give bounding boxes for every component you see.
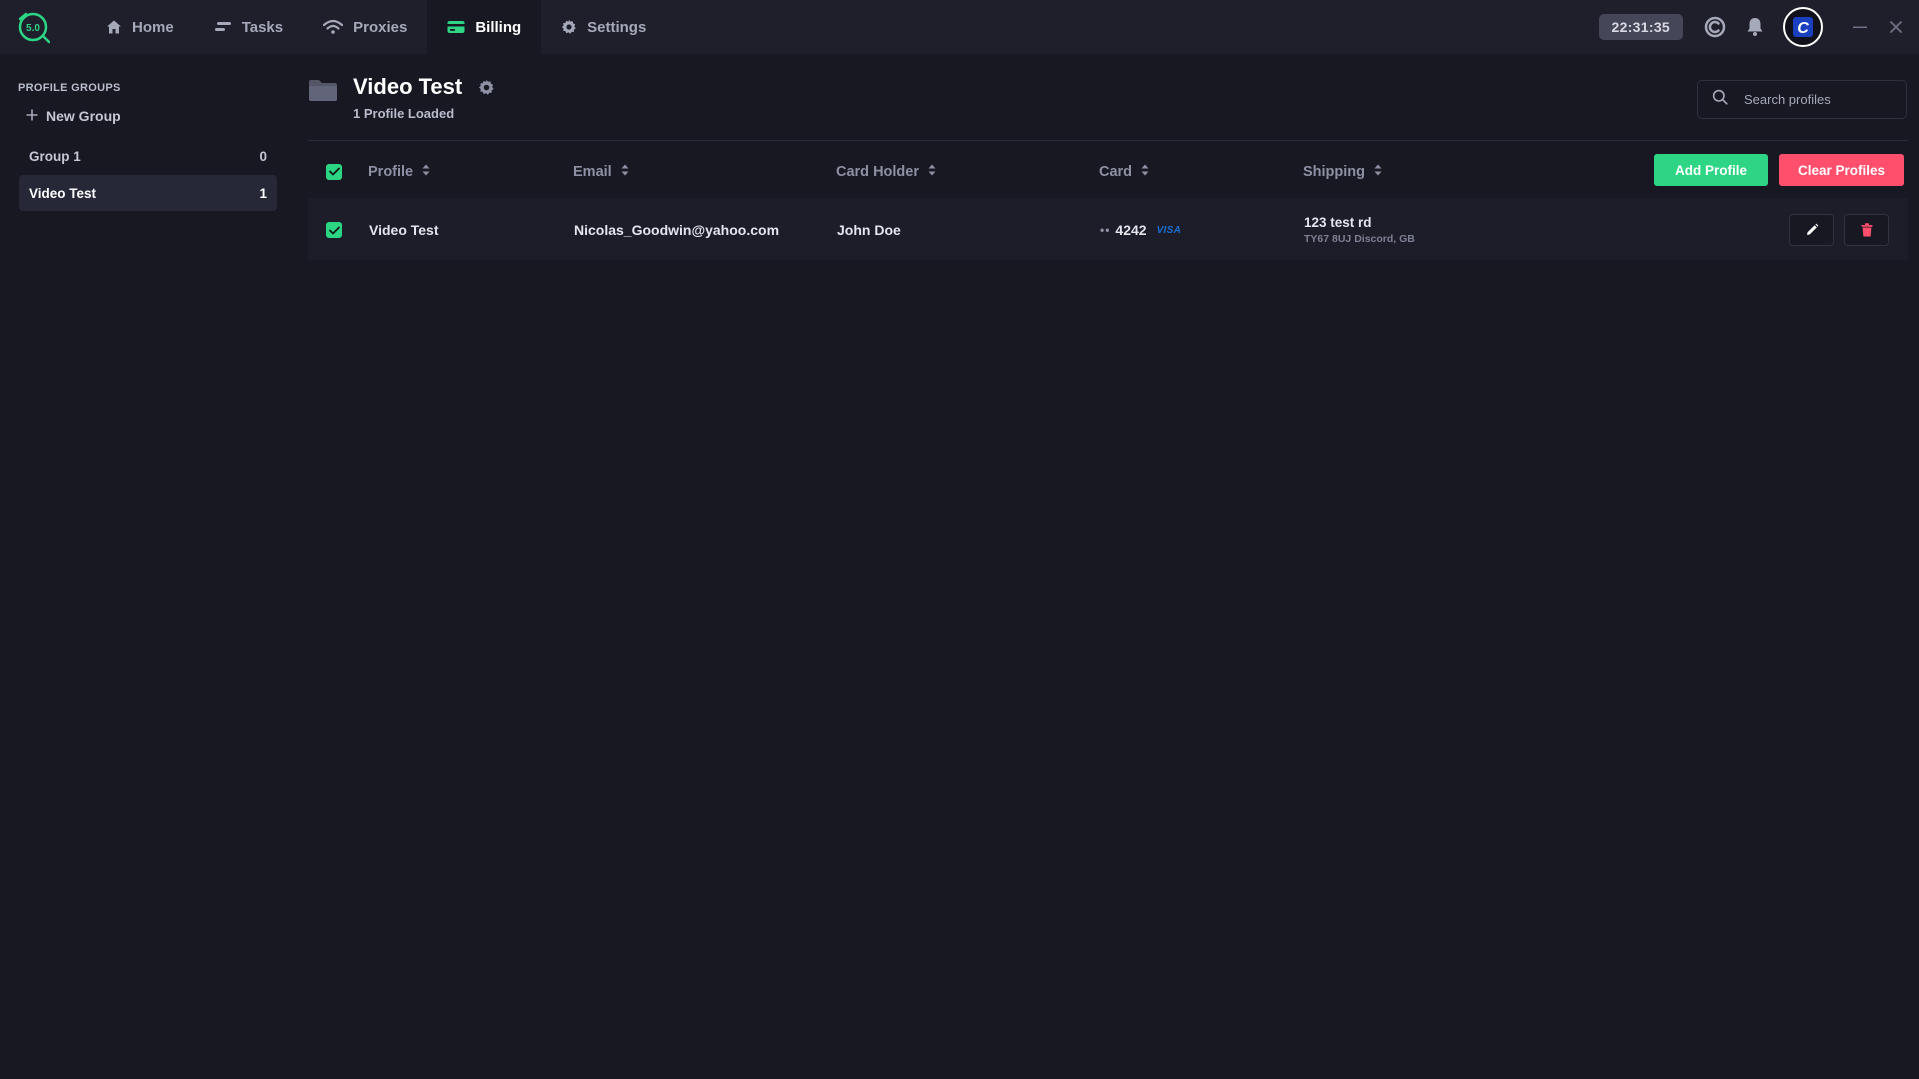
nav-tasks[interactable]: Tasks [194,0,303,54]
card-last4: 4242 [1115,222,1147,238]
edit-profile-button[interactable] [1789,214,1834,246]
column-card-holder-label: Card Holder [836,163,919,180]
shipping-cell: 123 test rd TY67 8UJ Discord, GB [1304,199,1415,261]
add-profile-button[interactable]: Add Profile [1654,154,1768,186]
plus-icon [26,108,38,124]
table-row[interactable]: Video Test Nicolas_Goodwin@yahoo.com Joh… [308,198,1908,260]
card-cell: •• 4242 VISA [1100,199,1181,261]
card-masked-dots: •• [1100,223,1111,237]
close-icon [1890,21,1902,33]
profile-name-cell: Video Test [369,222,439,238]
avatar-logo-icon: C [1793,17,1813,37]
group-settings-gear-icon[interactable] [478,79,495,101]
check-icon [328,226,340,234]
column-profile[interactable]: Profile [368,145,430,198]
logo-icon: 5.0 [18,12,50,44]
column-email[interactable]: Email [573,145,629,198]
search-input[interactable] [1744,92,1894,107]
group-count: 0 [259,148,267,164]
group-count: 1 [259,185,267,201]
sort-icon [928,164,936,180]
avatar-letter: C [1797,20,1809,37]
new-group-label: New Group [46,108,121,124]
page-title: Video Test [353,74,463,99]
select-all-checkbox-cell [326,145,342,198]
folder-icon [308,78,338,107]
header-divider [308,140,1908,141]
group-header: Video Test 1 Profile Loaded [308,70,1908,130]
bell-icon[interactable] [1743,15,1767,39]
visa-brand-icon: VISA [1156,224,1182,236]
nav-proxies[interactable]: Proxies [303,0,427,54]
close-button[interactable] [1881,12,1911,42]
clock-display: 22:31:35 [1598,14,1683,40]
nav-home-label: Home [132,18,174,36]
app-logo[interactable]: 5.0 [0,0,86,54]
select-all-checkbox[interactable] [326,163,342,180]
minimize-icon [1853,26,1867,28]
logo-text: 5.0 [26,23,40,34]
search-icon [1712,89,1728,110]
search-box[interactable] [1697,80,1907,119]
check-icon [328,167,340,176]
top-bar: 5.0 Home Tasks Proxies Billing Settings … [0,0,1919,54]
column-email-label: Email [573,163,612,180]
home-icon [106,19,122,35]
sidebar-group-item[interactable]: Group 1 0 [19,138,277,174]
nav-proxies-label: Proxies [353,18,408,36]
sort-icon [1374,164,1382,180]
nav-home[interactable]: Home [86,0,194,54]
nav-tasks-label: Tasks [241,18,284,36]
row-select-checkbox[interactable] [326,222,342,238]
nav-settings[interactable]: Settings [541,0,666,54]
profiles-loaded-count: 1 Profile Loaded [353,106,455,121]
topbar-right: 22:31:35 C [1598,0,1919,54]
clear-profiles-button[interactable]: Clear Profiles [1779,154,1904,186]
main-nav: Home Tasks Proxies Billing Settings [86,0,666,54]
column-shipping-label: Shipping [1303,163,1366,180]
nav-billing[interactable]: Billing [427,0,542,54]
billing-card-icon [447,20,465,34]
sidebar-title: PROFILE GROUPS [18,82,121,94]
profile-groups-sidebar: PROFILE GROUPS New Group Group 1 0 Video… [0,54,290,1079]
column-shipping[interactable]: Shipping [1303,145,1382,198]
delete-profile-button[interactable] [1844,214,1889,246]
sort-icon [1141,164,1149,180]
copyright-circle-icon[interactable] [1703,15,1727,39]
nav-settings-label: Settings [587,18,647,36]
nav-billing-label: Billing [475,18,522,36]
table-header: Profile Email Card Holder Card Shipping … [308,145,1908,198]
trash-icon [1861,223,1872,237]
sort-icon [422,164,430,180]
group-name: Group 1 [29,148,81,164]
gear-icon [561,19,577,35]
user-avatar[interactable]: C [1783,7,1823,47]
sidebar-group-item[interactable]: Video Test 1 [19,175,277,211]
tasks-icon [214,20,232,34]
sort-icon [621,164,629,180]
group-name: Video Test [29,185,97,201]
pencil-icon [1806,223,1818,235]
row-checkbox-cell [326,199,342,261]
minimize-button[interactable] [1845,12,1875,42]
column-card[interactable]: Card [1099,145,1149,198]
email-cell: Nicolas_Goodwin@yahoo.com [574,222,780,238]
shipping-address-line1: 123 test rd [1304,215,1372,230]
shipping-address-line2: TY67 8UJ Discord, GB [1304,233,1415,245]
card-holder-cell: John Doe [837,222,901,238]
new-group-button[interactable]: New Group [26,108,121,124]
column-profile-label: Profile [368,163,414,180]
wifi-icon [323,19,344,35]
column-card-label: Card [1099,163,1133,180]
column-card-holder[interactable]: Card Holder [836,145,936,198]
